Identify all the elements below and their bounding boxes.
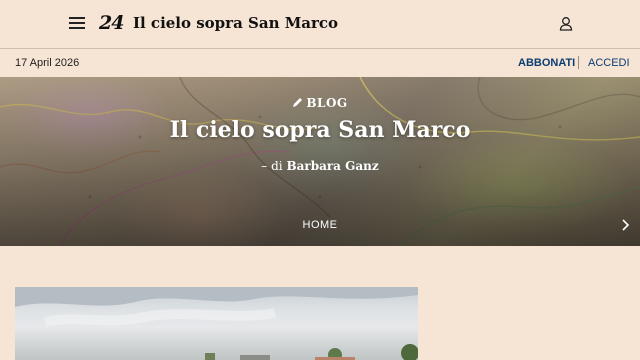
site-logo[interactable]: 24 [99, 12, 124, 34]
site-header: 24 Il cielo sopra San Marco [0, 0, 640, 49]
login-link[interactable]: ACCEDI [588, 57, 630, 69]
article-photo-image [15, 287, 418, 360]
home-nav-link[interactable]: HOME [0, 219, 640, 231]
blog-author: – di Barbara Ganz [0, 159, 640, 173]
author-prefix: – di [261, 159, 283, 173]
site-title[interactable]: Il cielo sopra San Marco [133, 14, 338, 32]
pencil-icon [293, 98, 303, 107]
current-date: 17 April 2026 [15, 57, 80, 69]
chevron-right-icon[interactable] [620, 219, 630, 231]
blog-tag: BLOG [0, 96, 640, 110]
hamburger-menu-icon[interactable] [69, 17, 85, 29]
date-bar: 17 April 2026 ABBONATI ACCEDI [0, 49, 640, 77]
subscribe-link[interactable]: ABBONATI [518, 57, 575, 69]
blog-tag-label: BLOG [306, 96, 348, 110]
link-divider [578, 56, 579, 69]
article-photo[interactable] [15, 287, 418, 360]
user-icon[interactable] [559, 16, 573, 31]
author-name[interactable]: Barbara Ganz [286, 159, 378, 173]
blog-title: Il cielo sopra San Marco [169, 117, 471, 143]
blog-hero-banner: BLOG Il cielo sopra San Marco – di Barba… [0, 77, 640, 246]
